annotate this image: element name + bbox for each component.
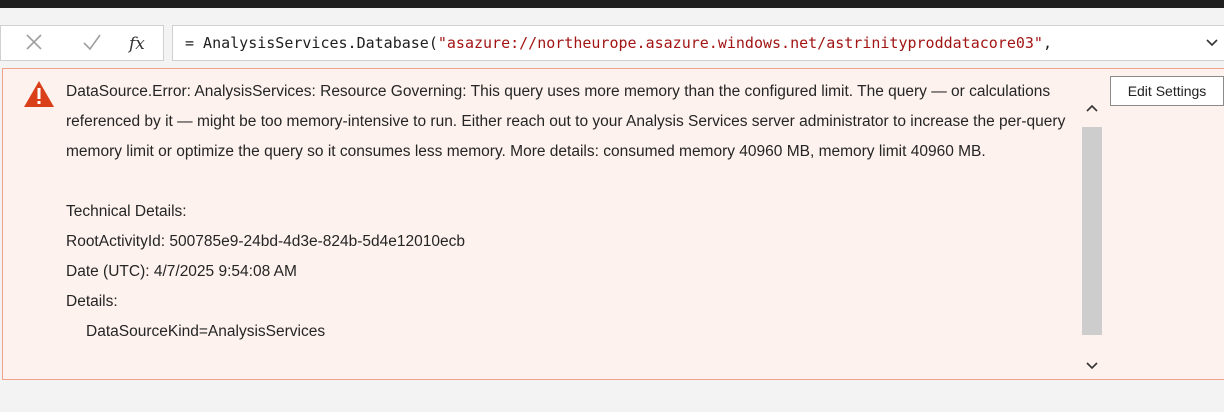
error-panel: DataSource.Error: AnalysisServices: Reso… [2, 68, 1224, 380]
error-scrollbar[interactable] [1081, 97, 1103, 379]
root-activity-id: RootActivityId: 500785e9-24bd-4d3e-824b-… [66, 233, 465, 250]
chevron-up-icon [1086, 104, 1098, 112]
warning-icon [23, 80, 55, 113]
commit-button[interactable] [77, 27, 107, 57]
close-icon [26, 34, 42, 50]
details-label: Details: [66, 293, 118, 310]
error-details: DataSource.Error: AnalysisServices: Reso… [66, 77, 1071, 347]
scroll-up-button[interactable] [1081, 97, 1103, 119]
data-source-kind: DataSourceKind=AnalysisServices [86, 323, 326, 340]
window-top-bar [0, 0, 1224, 8]
formula-input[interactable]: = AnalysisServices.Database("asazure://n… [172, 25, 1224, 61]
checkmark-icon [83, 34, 101, 51]
cancel-button[interactable] [19, 27, 49, 57]
technical-details-label: Technical Details: [66, 203, 187, 220]
error-date: Date (UTC): 4/7/2025 9:54:08 AM [66, 263, 297, 280]
formula-prefix: = AnalysisServices.Database( [185, 34, 438, 52]
formula-controls: fx [0, 25, 164, 61]
scroll-thumb[interactable] [1082, 127, 1102, 335]
fx-icon[interactable]: fx [129, 34, 145, 54]
scroll-down-button[interactable] [1081, 355, 1103, 377]
chevron-down-icon [1206, 39, 1218, 47]
formula-expand-button[interactable] [1204, 35, 1220, 56]
formula-suffix: , [1042, 34, 1052, 52]
formula-string: "asazure://northeurope.asazure.windows.n… [437, 34, 1043, 52]
formula-bar: fx = AnalysisServices.Database("asazure:… [0, 8, 1224, 66]
chevron-down-icon [1086, 362, 1098, 370]
edit-settings-button[interactable]: Edit Settings [1110, 76, 1224, 106]
error-message: DataSource.Error: AnalysisServices: Reso… [66, 83, 1066, 160]
